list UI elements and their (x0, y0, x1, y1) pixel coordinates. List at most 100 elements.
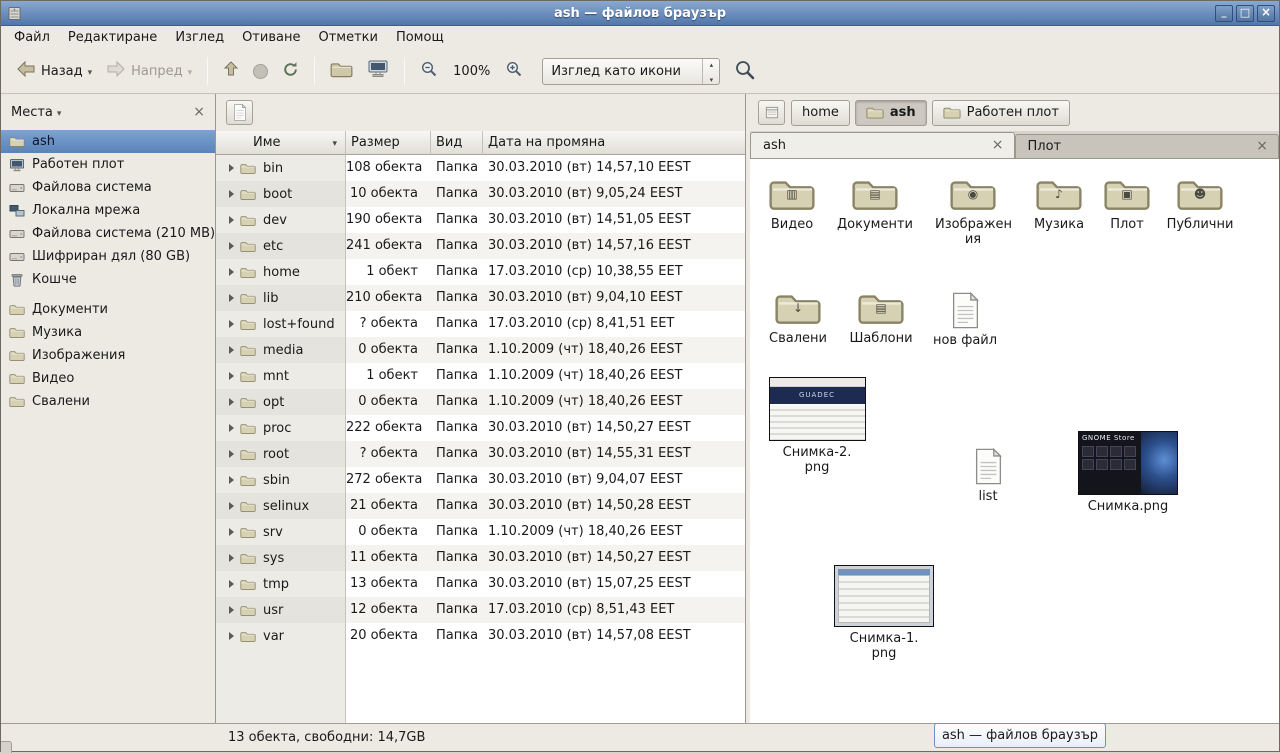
pathbar-button-ash[interactable]: ash (855, 100, 927, 126)
tree-row-media[interactable]: media0 обектаПапка1.10.2009 (чт) 18,40,2… (216, 337, 745, 363)
forward-button[interactable]: Напред (99, 55, 199, 87)
tree-row-sys[interactable]: sys11 обектаПапка30.03.2010 (вт) 14,50,2… (216, 545, 745, 571)
search-button[interactable] (734, 59, 756, 84)
tree-row-selinux[interactable]: selinux21 обектаПапка30.03.2010 (вт) 14,… (216, 493, 745, 519)
tree-row-root[interactable]: root? обектаПапка30.03.2010 (вт) 14,55,3… (216, 441, 745, 467)
expander-icon[interactable] (229, 294, 234, 302)
expander-icon[interactable] (229, 528, 234, 536)
file-item-снимка-1.-png[interactable]: Снимка-1. png (829, 565, 939, 661)
sidebar-item-файлова-система[interactable]: Файлова система (1, 176, 215, 199)
tree-row-dev[interactable]: dev190 обектаПапка30.03.2010 (вт) 14,51,… (216, 207, 745, 233)
home-folder-button[interactable] (323, 55, 360, 87)
zoom-in-button[interactable] (498, 55, 530, 87)
pathbar-button-работен-плот[interactable]: Работен плот (932, 100, 1070, 126)
expander-icon[interactable] (229, 320, 234, 328)
stop-button[interactable] (246, 55, 275, 87)
sidebar-item-свалени[interactable]: Свалени (1, 390, 215, 413)
close-button[interactable] (1257, 5, 1275, 22)
expander-icon[interactable] (229, 476, 234, 484)
column-header-name[interactable]: Име (216, 131, 346, 155)
expander-icon[interactable] (229, 424, 234, 432)
expander-icon[interactable] (229, 632, 234, 640)
tree-row-tmp[interactable]: tmp13 обектаПапка30.03.2010 (вт) 15,07,2… (216, 571, 745, 597)
expander-icon[interactable] (229, 398, 234, 406)
expander-icon[interactable] (229, 606, 234, 614)
places-chevron-icon[interactable] (57, 105, 62, 120)
menu-item-5[interactable]: Отметки (309, 28, 386, 47)
sidebar-item-музика[interactable]: Музика (1, 321, 215, 344)
computer-button[interactable] (360, 55, 396, 87)
expander-icon[interactable] (229, 164, 234, 172)
expander-icon[interactable] (229, 242, 234, 250)
file-item-снимка.png[interactable]: GNOME StoreСнимка.png (1073, 431, 1183, 514)
tree-row-bin[interactable]: bin108 обектаПапка30.03.2010 (вт) 14,57,… (216, 155, 745, 181)
tree-row-home[interactable]: home1 обектПапка17.03.2010 (ср) 10,38,55… (216, 259, 745, 285)
view-mode-select[interactable]: Изглед като икони (542, 58, 720, 85)
sidebar-item-кошче[interactable]: Кошче (1, 268, 215, 291)
expander-icon[interactable] (229, 450, 234, 458)
file-item-нов-файл[interactable]: нов файл (925, 289, 1005, 348)
tree-row-boot[interactable]: boot10 обектаПапка30.03.2010 (вт) 9,05,2… (216, 181, 745, 207)
tab-плот[interactable]: Плот (1015, 134, 1280, 158)
sidebar-item-файлова-система-210-mb-[interactable]: Файлова система (210 MB) (1, 222, 215, 245)
tree-row-lost+found[interactable]: lost+found? обектаПапка17.03.2010 (ср) 8… (216, 311, 745, 337)
file-item-шаблони[interactable]: ▤Шаблони (841, 287, 921, 346)
pathbar-button-home[interactable]: home (791, 100, 850, 126)
menu-item-1[interactable]: Файл (5, 28, 59, 47)
column-header-date[interactable]: Дата на промяна (483, 131, 745, 155)
menu-item-6[interactable]: Помощ (387, 28, 453, 47)
taskbar-window-button[interactable]: ash — файлов браузър (934, 723, 1106, 748)
column-header-type[interactable]: Вид (431, 131, 483, 155)
column-header-size[interactable]: Размер (346, 131, 431, 155)
tree-row-sbin[interactable]: sbin272 обектаПапка30.03.2010 (вт) 9,04,… (216, 467, 745, 493)
expander-icon[interactable] (229, 580, 234, 588)
notes-button[interactable] (226, 100, 253, 125)
file-item-list[interactable]: list (943, 445, 1033, 504)
file-item-изображен-ия[interactable]: ◉Изображен ия (935, 173, 1011, 247)
sidebar-item-локална-мрежа[interactable]: Локална мрежа (1, 199, 215, 222)
file-item-плот[interactable]: ▣Плот (1087, 173, 1167, 232)
combo-spinner[interactable] (702, 59, 719, 84)
sidebar-item-ash[interactable]: ash (1, 130, 215, 153)
tree-row-lib[interactable]: lib210 обектаПапка30.03.2010 (вт) 9,04,1… (216, 285, 745, 311)
zoom-out-button[interactable] (413, 55, 445, 87)
expander-icon[interactable] (229, 268, 234, 276)
tree-row-mnt[interactable]: mnt1 обектПапка1.10.2009 (чт) 18,40,26 E… (216, 363, 745, 389)
icon-view[interactable]: ▥Видео▤Документи◉Изображен ия♪Музика▣Пло… (750, 159, 1279, 723)
sidebar-item-шифриран-дял-80-gb-[interactable]: Шифриран дял (80 GB) (1, 245, 215, 268)
tree-row-opt[interactable]: opt0 обектаПапка1.10.2009 (чт) 18,40,26 … (216, 389, 745, 415)
file-item-свалени[interactable]: ↓Свалени (758, 287, 838, 346)
tab-close-icon[interactable] (992, 138, 1004, 153)
expander-icon[interactable] (229, 554, 234, 562)
tab-close-icon[interactable] (1256, 139, 1268, 154)
tree-row-etc[interactable]: etc241 обектаПапка30.03.2010 (вт) 14,57,… (216, 233, 745, 259)
expander-icon[interactable] (229, 190, 234, 198)
titlebar[interactable]: ash — файлов браузър (1, 1, 1279, 26)
tree-row-srv[interactable]: srv0 обектаПапка1.10.2009 (чт) 18,40,26 … (216, 519, 745, 545)
expander-icon[interactable] (229, 346, 234, 354)
expander-icon[interactable] (229, 502, 234, 510)
minimize-button[interactable] (1215, 5, 1233, 22)
reload-button[interactable] (275, 55, 306, 87)
sidebar-item-видео[interactable]: Видео (1, 367, 215, 390)
sidebar-item-работен-плот[interactable]: Работен плот (1, 153, 215, 176)
pane-toggle-button[interactable] (758, 100, 785, 125)
expander-icon[interactable] (229, 216, 234, 224)
back-button[interactable]: Назад (9, 55, 99, 87)
sidebar-item-документи[interactable]: Документи (1, 298, 215, 321)
file-item-публични[interactable]: ☻Публични (1160, 173, 1240, 232)
menu-item-3[interactable]: Изглед (166, 28, 233, 47)
expander-icon[interactable] (229, 372, 234, 380)
up-button[interactable] (216, 55, 246, 87)
maximize-button[interactable] (1236, 5, 1254, 22)
tree-row-usr[interactable]: usr12 обектаПапка17.03.2010 (ср) 8,51,43… (216, 597, 745, 623)
tab-ash[interactable]: ash (750, 132, 1015, 158)
file-item-видео[interactable]: ▥Видео (752, 173, 832, 232)
places-title[interactable]: Места (11, 105, 53, 120)
tree-row-proc[interactable]: proc222 обектаПапка30.03.2010 (вт) 14,50… (216, 415, 745, 441)
menu-item-4[interactable]: Отиване (233, 28, 309, 47)
tree-row-var[interactable]: var20 обектаПапка30.03.2010 (вт) 14,57,0… (216, 623, 745, 649)
back-history-chevron-icon[interactable] (88, 64, 93, 79)
sidebar-item-изображения[interactable]: Изображения (1, 344, 215, 367)
file-item-документи[interactable]: ▤Документи (835, 173, 915, 232)
